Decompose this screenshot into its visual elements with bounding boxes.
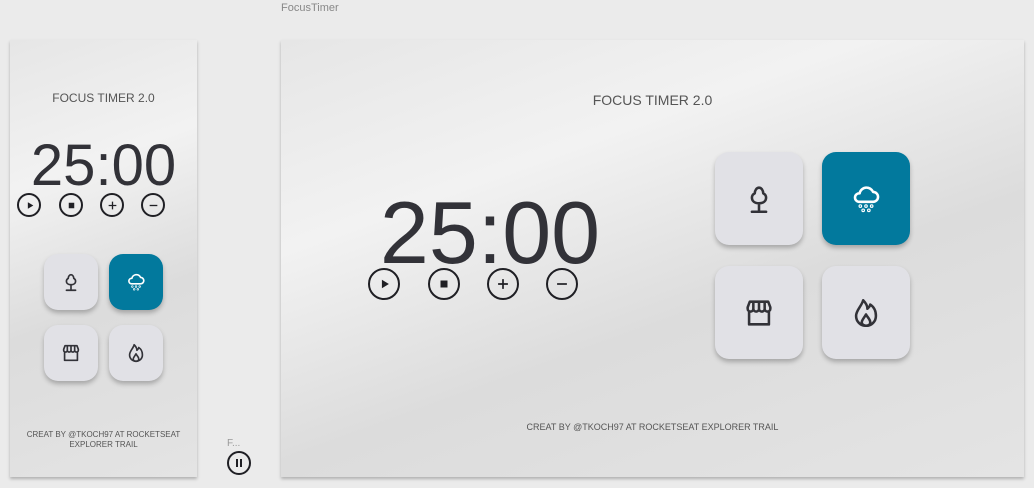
storefront-icon bbox=[746, 300, 772, 326]
fire-icon bbox=[128, 344, 144, 363]
plus-icon bbox=[108, 201, 116, 209]
sound-button-rain[interactable] bbox=[109, 254, 163, 311]
plus-icon bbox=[498, 279, 508, 289]
play-button[interactable] bbox=[17, 193, 41, 217]
credit-text: CREAT BY @TKOCH97 AT ROCKETSEAT bbox=[26, 430, 181, 439]
cloud-rain-icon bbox=[128, 273, 145, 291]
timer-display: 25:00 bbox=[10, 134, 197, 198]
plus-button[interactable] bbox=[100, 193, 124, 217]
seconds: 00 bbox=[502, 183, 601, 282]
separator: : bbox=[477, 183, 503, 282]
storefront-icon bbox=[62, 344, 80, 362]
stop-icon bbox=[440, 280, 448, 288]
sound-button-fireplace[interactable] bbox=[822, 266, 910, 360]
plus-button[interactable] bbox=[487, 268, 519, 300]
stop-button[interactable] bbox=[59, 193, 83, 217]
separator: : bbox=[95, 133, 112, 198]
sound-button-rain[interactable] bbox=[822, 152, 910, 246]
app-title-large: FOCUS TIMER 2.0 bbox=[592, 92, 713, 108]
stop-icon bbox=[68, 202, 74, 208]
minus-button[interactable] bbox=[141, 193, 165, 217]
minus-icon bbox=[149, 204, 157, 206]
minus-icon bbox=[557, 283, 567, 285]
app-title: FOCUS TIMER 2.0 bbox=[52, 91, 155, 105]
sound-button-forest[interactable] bbox=[44, 254, 98, 311]
sound-button-fireplace[interactable] bbox=[109, 325, 163, 382]
play-button[interactable] bbox=[368, 268, 400, 300]
minutes: 25 bbox=[379, 183, 478, 282]
tree-icon bbox=[750, 186, 768, 213]
stop-button[interactable] bbox=[428, 268, 460, 300]
credit-text-2: EXPLORER TRAIL bbox=[69, 440, 138, 449]
pause-button[interactable] bbox=[227, 451, 251, 475]
main-timer-window: FOCUS TIMER 2.0 25:00 CREAT BY @TKOCH97 … bbox=[281, 40, 1024, 477]
cloud-rain-icon bbox=[853, 185, 880, 212]
play-icon bbox=[27, 201, 33, 209]
minus-button[interactable] bbox=[546, 268, 578, 300]
sound-button-coffee-shop[interactable] bbox=[44, 325, 98, 382]
pause-icon bbox=[236, 459, 242, 467]
timer-display-large: 25:00 bbox=[370, 185, 610, 281]
seconds: 00 bbox=[111, 133, 177, 198]
window-title: FocusTimer bbox=[281, 2, 339, 14]
tree-icon bbox=[65, 273, 77, 292]
sound-button-coffee-shop[interactable] bbox=[715, 266, 803, 360]
sound-button-forest[interactable] bbox=[715, 152, 803, 246]
credit-text-large: CREAT BY @TKOCH97 AT ROCKETSEAT EXPLORER… bbox=[526, 422, 779, 432]
small-timer-window: FOCUS TIMER 2.0 25:00 CREAT BY @TKOCH97 … bbox=[10, 40, 197, 477]
minutes: 25 bbox=[30, 133, 96, 198]
play-icon bbox=[381, 279, 389, 289]
fire-icon bbox=[854, 298, 878, 327]
minimized-window-label: F... bbox=[227, 438, 241, 449]
